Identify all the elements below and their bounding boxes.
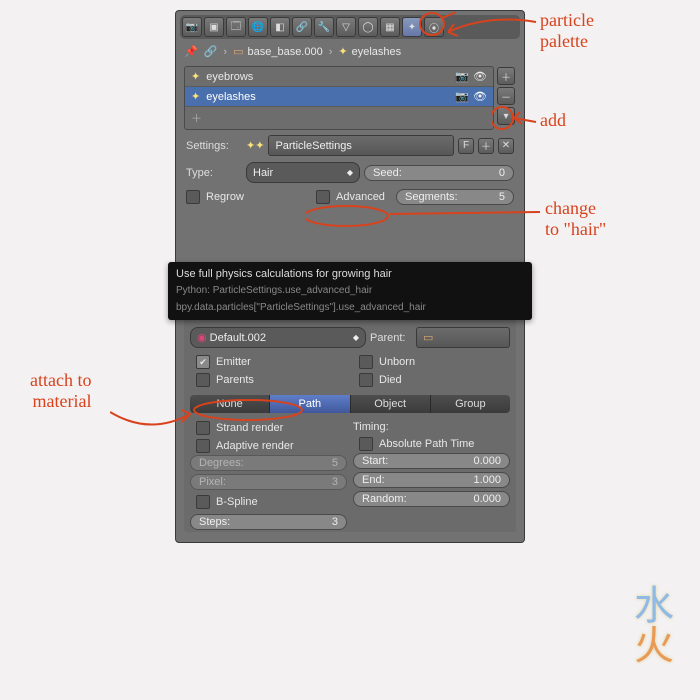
scene-icon[interactable]: 🗔 <box>226 17 246 37</box>
annotation-attach: attach tomaterial <box>30 370 91 411</box>
tab-none[interactable]: None <box>190 395 270 413</box>
pixel-field: Pixel:3 <box>190 474 347 490</box>
start-field[interactable]: Start:0.000 <box>353 453 510 469</box>
physics-icon[interactable]: ⦿ <box>424 17 444 37</box>
camera-icon[interactable]: 📷 <box>455 90 469 103</box>
parents-checkbox[interactable] <box>196 373 210 387</box>
annotation-palette: particlepalette <box>540 10 594 51</box>
regrow-checkbox[interactable] <box>186 190 200 204</box>
list-item[interactable]: ✦ eyelashes 📷 👁 <box>185 87 493 107</box>
render-type-tabs: None Path Object Group <box>190 395 510 413</box>
emitter-checkbox[interactable]: ✔ <box>196 355 210 369</box>
type-label: Type: <box>186 167 242 179</box>
layers-icon[interactable]: ▣ <box>204 17 224 37</box>
specials-button[interactable]: ▾ <box>497 107 515 125</box>
random-field[interactable]: Random:0.000 <box>353 491 510 507</box>
pin-icon[interactable]: 📌 <box>184 45 198 58</box>
annotation-add: add <box>540 110 566 131</box>
add-datablock-button[interactable]: ＋ <box>478 138 494 154</box>
sparkle-icon: ✦ <box>191 90 200 103</box>
object-icon[interactable]: ◧ <box>270 17 290 37</box>
material-icon[interactable]: ◯ <box>358 17 378 37</box>
tab-path[interactable]: Path <box>270 395 350 413</box>
eye-icon[interactable]: 👁 <box>473 90 487 103</box>
died-checkbox[interactable] <box>359 373 373 387</box>
advanced-checkbox[interactable] <box>316 190 330 204</box>
constraints-icon[interactable]: 🔗 <box>292 17 312 37</box>
list-item[interactable]: ✦ eyebrows 📷 👁 <box>185 67 493 87</box>
sparkle-icon: ✦ <box>191 70 200 83</box>
render-icon[interactable]: 📷 <box>182 17 202 37</box>
unlink-button[interactable]: ✕ <box>498 138 514 154</box>
absolute-path-checkbox[interactable] <box>359 437 373 451</box>
fake-user-button[interactable]: F <box>458 138 474 154</box>
advanced-label: Advanced <box>336 191 385 203</box>
list-item-label: eyebrows <box>206 71 253 83</box>
texture-icon[interactable]: ▦ <box>380 17 400 37</box>
list-item-label: eyelashes <box>206 91 256 103</box>
data-icon[interactable]: ▽ <box>336 17 356 37</box>
steps-field[interactable]: Steps:3 <box>190 514 347 530</box>
end-field[interactable]: End:1.000 <box>353 472 510 488</box>
material-dropdown[interactable]: ◉ Default.002 ◆ <box>190 327 366 348</box>
settings-name-field[interactable]: ParticleSettings <box>268 135 454 156</box>
degrees-field: Degrees:5 <box>190 455 347 471</box>
link-icon[interactable]: 🔗 <box>204 45 218 58</box>
annotation-change: changeto "hair" <box>545 198 606 239</box>
eye-icon[interactable]: 👁 <box>473 70 487 83</box>
settings-label: Settings: <box>186 140 242 152</box>
properties-tab-bar: 📷 ▣ 🗔 🌐 ◧ 🔗 🔧 ▽ ◯ ▦ ✦ ⦿ <box>180 15 520 39</box>
tab-group[interactable]: Group <box>431 395 510 413</box>
tooltip-title: Use full physics calculations for growin… <box>176 268 524 280</box>
tooltip: Use full physics calculations for growin… <box>168 262 532 320</box>
parent-field[interactable]: ▭ <box>416 327 510 348</box>
list-add-inline[interactable]: ＋ <box>185 107 493 129</box>
breadcrumb: 📌 🔗 › ▭ base_base.000 › ✦ eyelashes <box>180 39 520 64</box>
breadcrumb-particle[interactable]: ✦ eyelashes <box>338 45 401 58</box>
remove-button[interactable]: － <box>497 87 515 105</box>
adaptive-render-checkbox[interactable] <box>196 439 210 453</box>
segments-field[interactable]: Segments:5 <box>396 189 514 205</box>
unborn-checkbox[interactable] <box>359 355 373 369</box>
regrow-label: Regrow <box>206 191 244 203</box>
modifiers-icon[interactable]: 🔧 <box>314 17 334 37</box>
particle-systems-list: ✦ eyebrows 📷 👁 ✦ eyelashes 📷 👁 ＋ ＋ － ▾ <box>184 66 494 130</box>
tooltip-bpy: bpy.data.particles["ParticleSettings"].u… <box>176 301 524 314</box>
tab-object[interactable]: Object <box>351 395 431 413</box>
parent-label: Parent: <box>370 332 412 344</box>
type-dropdown[interactable]: Hair ◆ <box>246 162 360 183</box>
strand-render-checkbox[interactable] <box>196 421 210 435</box>
watermark: 水火 <box>634 586 674 666</box>
seed-field[interactable]: Seed:0 <box>364 165 514 181</box>
breadcrumb-object[interactable]: ▭ base_base.000 <box>233 45 323 58</box>
sparkle-icon: ✦✦ <box>246 139 264 152</box>
bspline-checkbox[interactable] <box>196 495 210 509</box>
camera-icon[interactable]: 📷 <box>455 70 469 83</box>
world-icon[interactable]: 🌐 <box>248 17 268 37</box>
particle-icon[interactable]: ✦ <box>402 17 422 37</box>
timing-label: Timing: <box>353 421 389 433</box>
tooltip-python: Python: ParticleSettings.use_advanced_ha… <box>176 284 524 297</box>
add-button[interactable]: ＋ <box>497 67 515 85</box>
